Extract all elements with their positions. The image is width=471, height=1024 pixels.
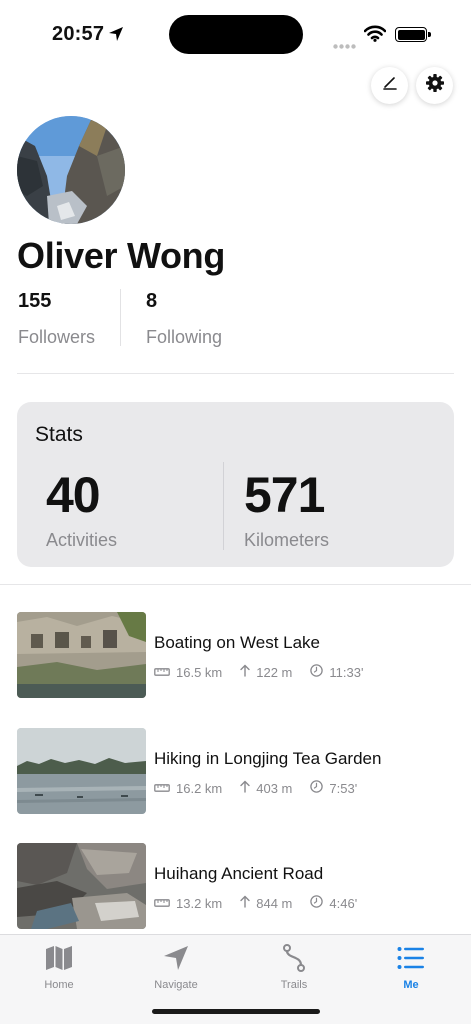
distance-value: 13.2 km	[176, 895, 223, 911]
activity-item[interactable]: Huihang Ancient Road 13.2 km 844 m 4:46'	[17, 843, 457, 929]
activity-distance: 16.5 km	[154, 665, 222, 680]
dynamic-island	[169, 15, 303, 54]
gear-icon	[425, 73, 445, 98]
location-arrow-icon	[108, 26, 124, 47]
activity-meta: 13.2 km 844 m 4:46'	[154, 895, 375, 911]
edit-icon	[381, 74, 399, 97]
activities-stat: 40 Activities	[46, 466, 117, 551]
ruler-icon	[154, 896, 176, 911]
clock-icon	[310, 780, 329, 796]
ruler-icon	[154, 665, 176, 680]
activity-elevation: 403 m	[240, 780, 292, 796]
activity-title: Huihang Ancient Road	[154, 864, 324, 883]
clock-icon	[310, 664, 329, 680]
ruler-icon	[154, 781, 176, 796]
stats-card: Stats 40 Activities 571 Kilometers	[17, 402, 454, 567]
activity-duration: 11:33'	[310, 664, 363, 680]
followers-label: Followers	[18, 327, 96, 347]
home-indicator	[152, 1009, 320, 1014]
activity-distance: 13.2 km	[154, 896, 222, 911]
distance-value: 16.5 km	[176, 664, 223, 680]
status-bar: 20:57	[0, 0, 471, 64]
wifi-icon	[363, 25, 387, 47]
activity-thumbnail	[17, 843, 146, 929]
clock-icon	[310, 895, 329, 911]
activities-value: 40	[46, 467, 101, 523]
route-icon	[254, 943, 334, 973]
map-icon	[19, 943, 99, 973]
edit-profile-button[interactable]	[371, 67, 408, 104]
list-icon	[371, 943, 451, 973]
activity-elevation: 122 m	[240, 664, 292, 680]
activity-title: Hiking in Longjing Tea Garden	[154, 749, 382, 768]
activity-meta: 16.5 km 122 m 11:33'	[154, 664, 381, 680]
follow-divider	[120, 289, 121, 346]
activity-item[interactable]: Hiking in Longjing Tea Garden 16.2 km 40…	[17, 728, 457, 814]
settings-button[interactable]	[416, 67, 453, 104]
following-stat[interactable]: 8 Following	[146, 290, 222, 348]
kilometers-label: Kilometers	[244, 530, 330, 550]
tab-label: Trails	[280, 979, 308, 991]
stats-title: Stats	[35, 423, 83, 446]
activity-elevation: 844 m	[240, 895, 292, 911]
activity-thumbnail	[17, 612, 146, 698]
cellular-signal-icon	[333, 36, 357, 54]
stats-divider	[223, 462, 224, 550]
activity-duration: 7:53'	[310, 780, 357, 796]
status-time: 20:57	[52, 23, 105, 45]
activity-distance: 16.2 km	[154, 781, 222, 796]
activity-meta: 16.2 km 403 m 7:53'	[154, 780, 375, 796]
followers-count: 155	[18, 290, 52, 312]
activity-duration: 4:46'	[310, 895, 357, 911]
elevation-value: 122 m	[256, 664, 293, 680]
followers-stat[interactable]: 155 Followers	[18, 290, 95, 348]
activity-thumbnail	[17, 728, 146, 814]
activity-title: Boating on West Lake	[154, 633, 321, 652]
profile-name: Oliver Wong	[17, 235, 226, 276]
activities-label: Activities	[46, 530, 118, 550]
tab-label: Navigate	[154, 979, 198, 991]
duration-value: 7:53'	[329, 780, 358, 796]
tab-trails[interactable]: Trails	[254, 943, 334, 991]
list-divider	[0, 584, 471, 585]
following-count: 8	[146, 290, 158, 312]
section-divider	[17, 373, 454, 374]
battery-icon	[395, 27, 431, 42]
elevation-value: 403 m	[256, 780, 293, 796]
arrow-up-icon	[240, 780, 256, 796]
activity-item[interactable]: Boating on West Lake 16.5 km 122 m 11:33…	[17, 612, 457, 698]
duration-value: 4:46'	[329, 895, 358, 911]
duration-value: 11:33'	[329, 664, 364, 680]
tab-home[interactable]: Home	[19, 943, 99, 991]
kilometers-stat: 571 Kilometers	[244, 466, 329, 551]
kilometers-value: 571	[244, 467, 325, 523]
arrow-up-icon	[240, 895, 256, 911]
elevation-value: 844 m	[256, 895, 293, 911]
tab-label: Me	[403, 979, 419, 991]
tab-label: Home	[44, 979, 74, 991]
following-label: Following	[146, 327, 223, 347]
arrow-up-icon	[240, 664, 256, 680]
tab-me[interactable]: Me	[371, 943, 451, 991]
tab-navigate[interactable]: Navigate	[136, 943, 216, 991]
avatar[interactable]	[17, 116, 125, 224]
distance-value: 16.2 km	[176, 780, 223, 796]
navigate-arrow-icon	[136, 943, 216, 973]
